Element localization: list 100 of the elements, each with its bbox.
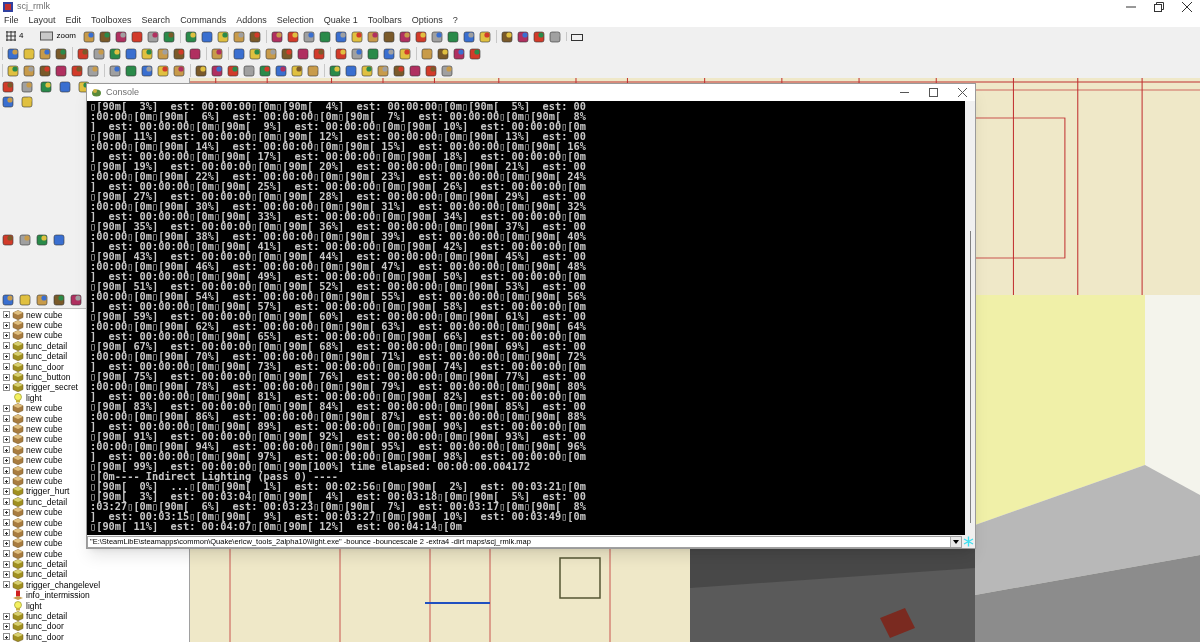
menu-item[interactable]: File <box>4 14 19 27</box>
tool-icon[interactable] <box>533 29 546 43</box>
tool-icon[interactable] <box>23 63 36 77</box>
expand-toggle[interactable] <box>3 508 10 516</box>
tool-icon[interactable] <box>361 63 374 77</box>
tool-icon[interactable] <box>39 63 52 77</box>
tree-item[interactable]: trigger_hurt <box>0 486 70 497</box>
tool-icon[interactable] <box>21 95 34 108</box>
tool-icon[interactable] <box>195 63 208 77</box>
tool-icon[interactable] <box>367 46 380 60</box>
tree-item[interactable]: new cube <box>0 319 63 331</box>
tree-item[interactable]: new cube <box>0 330 63 341</box>
tool-icon[interactable] <box>173 63 186 77</box>
close-icon[interactable] <box>958 88 967 97</box>
tree-item[interactable]: new cube <box>0 517 63 528</box>
tool-icon[interactable] <box>173 46 186 60</box>
tree-item[interactable]: new cube <box>0 403 63 414</box>
expand-toggle[interactable] <box>3 477 10 485</box>
tool-icon[interactable] <box>233 29 246 43</box>
tool-icon[interactable] <box>93 46 106 60</box>
tool-icon[interactable] <box>265 46 278 60</box>
tool-icon[interactable] <box>249 29 262 43</box>
tree-item[interactable]: func_detail <box>0 569 68 580</box>
tool-icon[interactable] <box>479 29 492 43</box>
tree-item[interactable]: new cube <box>0 454 63 466</box>
tool-icon[interactable] <box>351 29 364 43</box>
tool-icon[interactable] <box>453 46 466 60</box>
tool-icon[interactable] <box>351 46 364 60</box>
tool-icon[interactable] <box>163 29 176 43</box>
tool-icon[interactable] <box>441 63 454 77</box>
tool-icon[interactable] <box>211 46 224 60</box>
tool-icon[interactable] <box>99 29 112 43</box>
tool-icon[interactable] <box>7 46 20 60</box>
menu-item[interactable]: Quake 1 <box>323 14 358 27</box>
tool-icon[interactable] <box>291 63 304 77</box>
close-icon[interactable] <box>1182 2 1192 12</box>
tree-item[interactable]: new cube <box>0 434 63 445</box>
menu-item[interactable]: Layout <box>28 14 56 27</box>
tool-icon[interactable] <box>517 29 530 43</box>
tool-icon[interactable] <box>415 29 428 43</box>
expand-toggle[interactable] <box>3 415 10 423</box>
tree-item[interactable]: new cube <box>0 465 63 476</box>
tool-icon[interactable] <box>53 232 66 246</box>
tool-icon[interactable] <box>19 232 32 246</box>
tree-item[interactable]: new cube <box>0 309 63 320</box>
expand-toggle[interactable] <box>3 331 10 339</box>
expand-toggle[interactable] <box>3 622 10 630</box>
expand-toggle[interactable] <box>3 560 10 568</box>
tool-icon[interactable] <box>115 29 128 43</box>
tool-icon[interactable] <box>53 292 66 306</box>
tree-item[interactable]: func_detail <box>0 340 68 352</box>
tool-icon[interactable] <box>421 46 434 60</box>
tool-icon[interactable] <box>329 63 342 77</box>
tool-icon[interactable] <box>227 63 240 77</box>
tree-item[interactable]: new cube <box>0 538 63 549</box>
tool-icon[interactable] <box>125 63 138 77</box>
tool-icon[interactable] <box>399 29 412 43</box>
tree-item[interactable]: func_door <box>0 621 64 632</box>
expand-toggle[interactable] <box>3 456 10 464</box>
tool-icon[interactable] <box>70 292 83 306</box>
tree-item[interactable]: trigger_changelevel <box>0 579 101 591</box>
expand-toggle[interactable] <box>3 373 10 381</box>
tool-icon[interactable] <box>217 29 230 43</box>
tool-icon[interactable] <box>469 46 482 60</box>
tool-icon[interactable] <box>303 29 316 43</box>
menu-item[interactable]: Toolbars <box>367 14 402 27</box>
tree-item[interactable]: func_detail <box>0 496 68 507</box>
tool-icon[interactable] <box>40 80 53 93</box>
expand-toggle[interactable] <box>3 612 10 620</box>
tool-icon[interactable] <box>393 63 406 77</box>
menu-item[interactable]: Edit <box>65 14 82 27</box>
expand-toggle[interactable] <box>3 467 10 475</box>
tool-icon[interactable] <box>141 63 154 77</box>
expand-toggle[interactable] <box>3 342 10 350</box>
tool-icon[interactable] <box>2 80 15 93</box>
tree-item[interactable]: new cube <box>0 413 63 424</box>
tree-item[interactable]: light <box>0 600 42 611</box>
expand-toggle[interactable] <box>3 321 10 329</box>
tool-icon[interactable] <box>157 63 170 77</box>
tool-icon[interactable] <box>131 29 144 43</box>
expand-toggle[interactable] <box>3 498 10 506</box>
zoom-label[interactable]: zoom <box>56 30 76 42</box>
tool-icon[interactable] <box>185 29 198 43</box>
tool-icon[interactable] <box>425 63 438 77</box>
tool-icon[interactable] <box>399 46 412 60</box>
tool-icon[interactable] <box>201 29 214 43</box>
maximize-icon[interactable] <box>929 88 938 97</box>
tool-icon[interactable] <box>59 80 72 93</box>
tool-icon[interactable] <box>109 46 122 60</box>
expand-toggle[interactable] <box>3 550 10 558</box>
expand-toggle[interactable] <box>3 570 10 578</box>
tool-icon[interactable] <box>39 46 52 60</box>
expand-toggle[interactable] <box>3 529 10 537</box>
expand-toggle[interactable] <box>3 435 10 443</box>
tool-icon[interactable] <box>243 63 256 77</box>
tool-icon[interactable] <box>313 46 326 60</box>
tree-item[interactable]: func_door <box>0 631 64 642</box>
tool-icon[interactable] <box>377 63 390 77</box>
restore-icon[interactable] <box>1154 2 1164 12</box>
tree-item[interactable]: new cube <box>0 506 63 518</box>
